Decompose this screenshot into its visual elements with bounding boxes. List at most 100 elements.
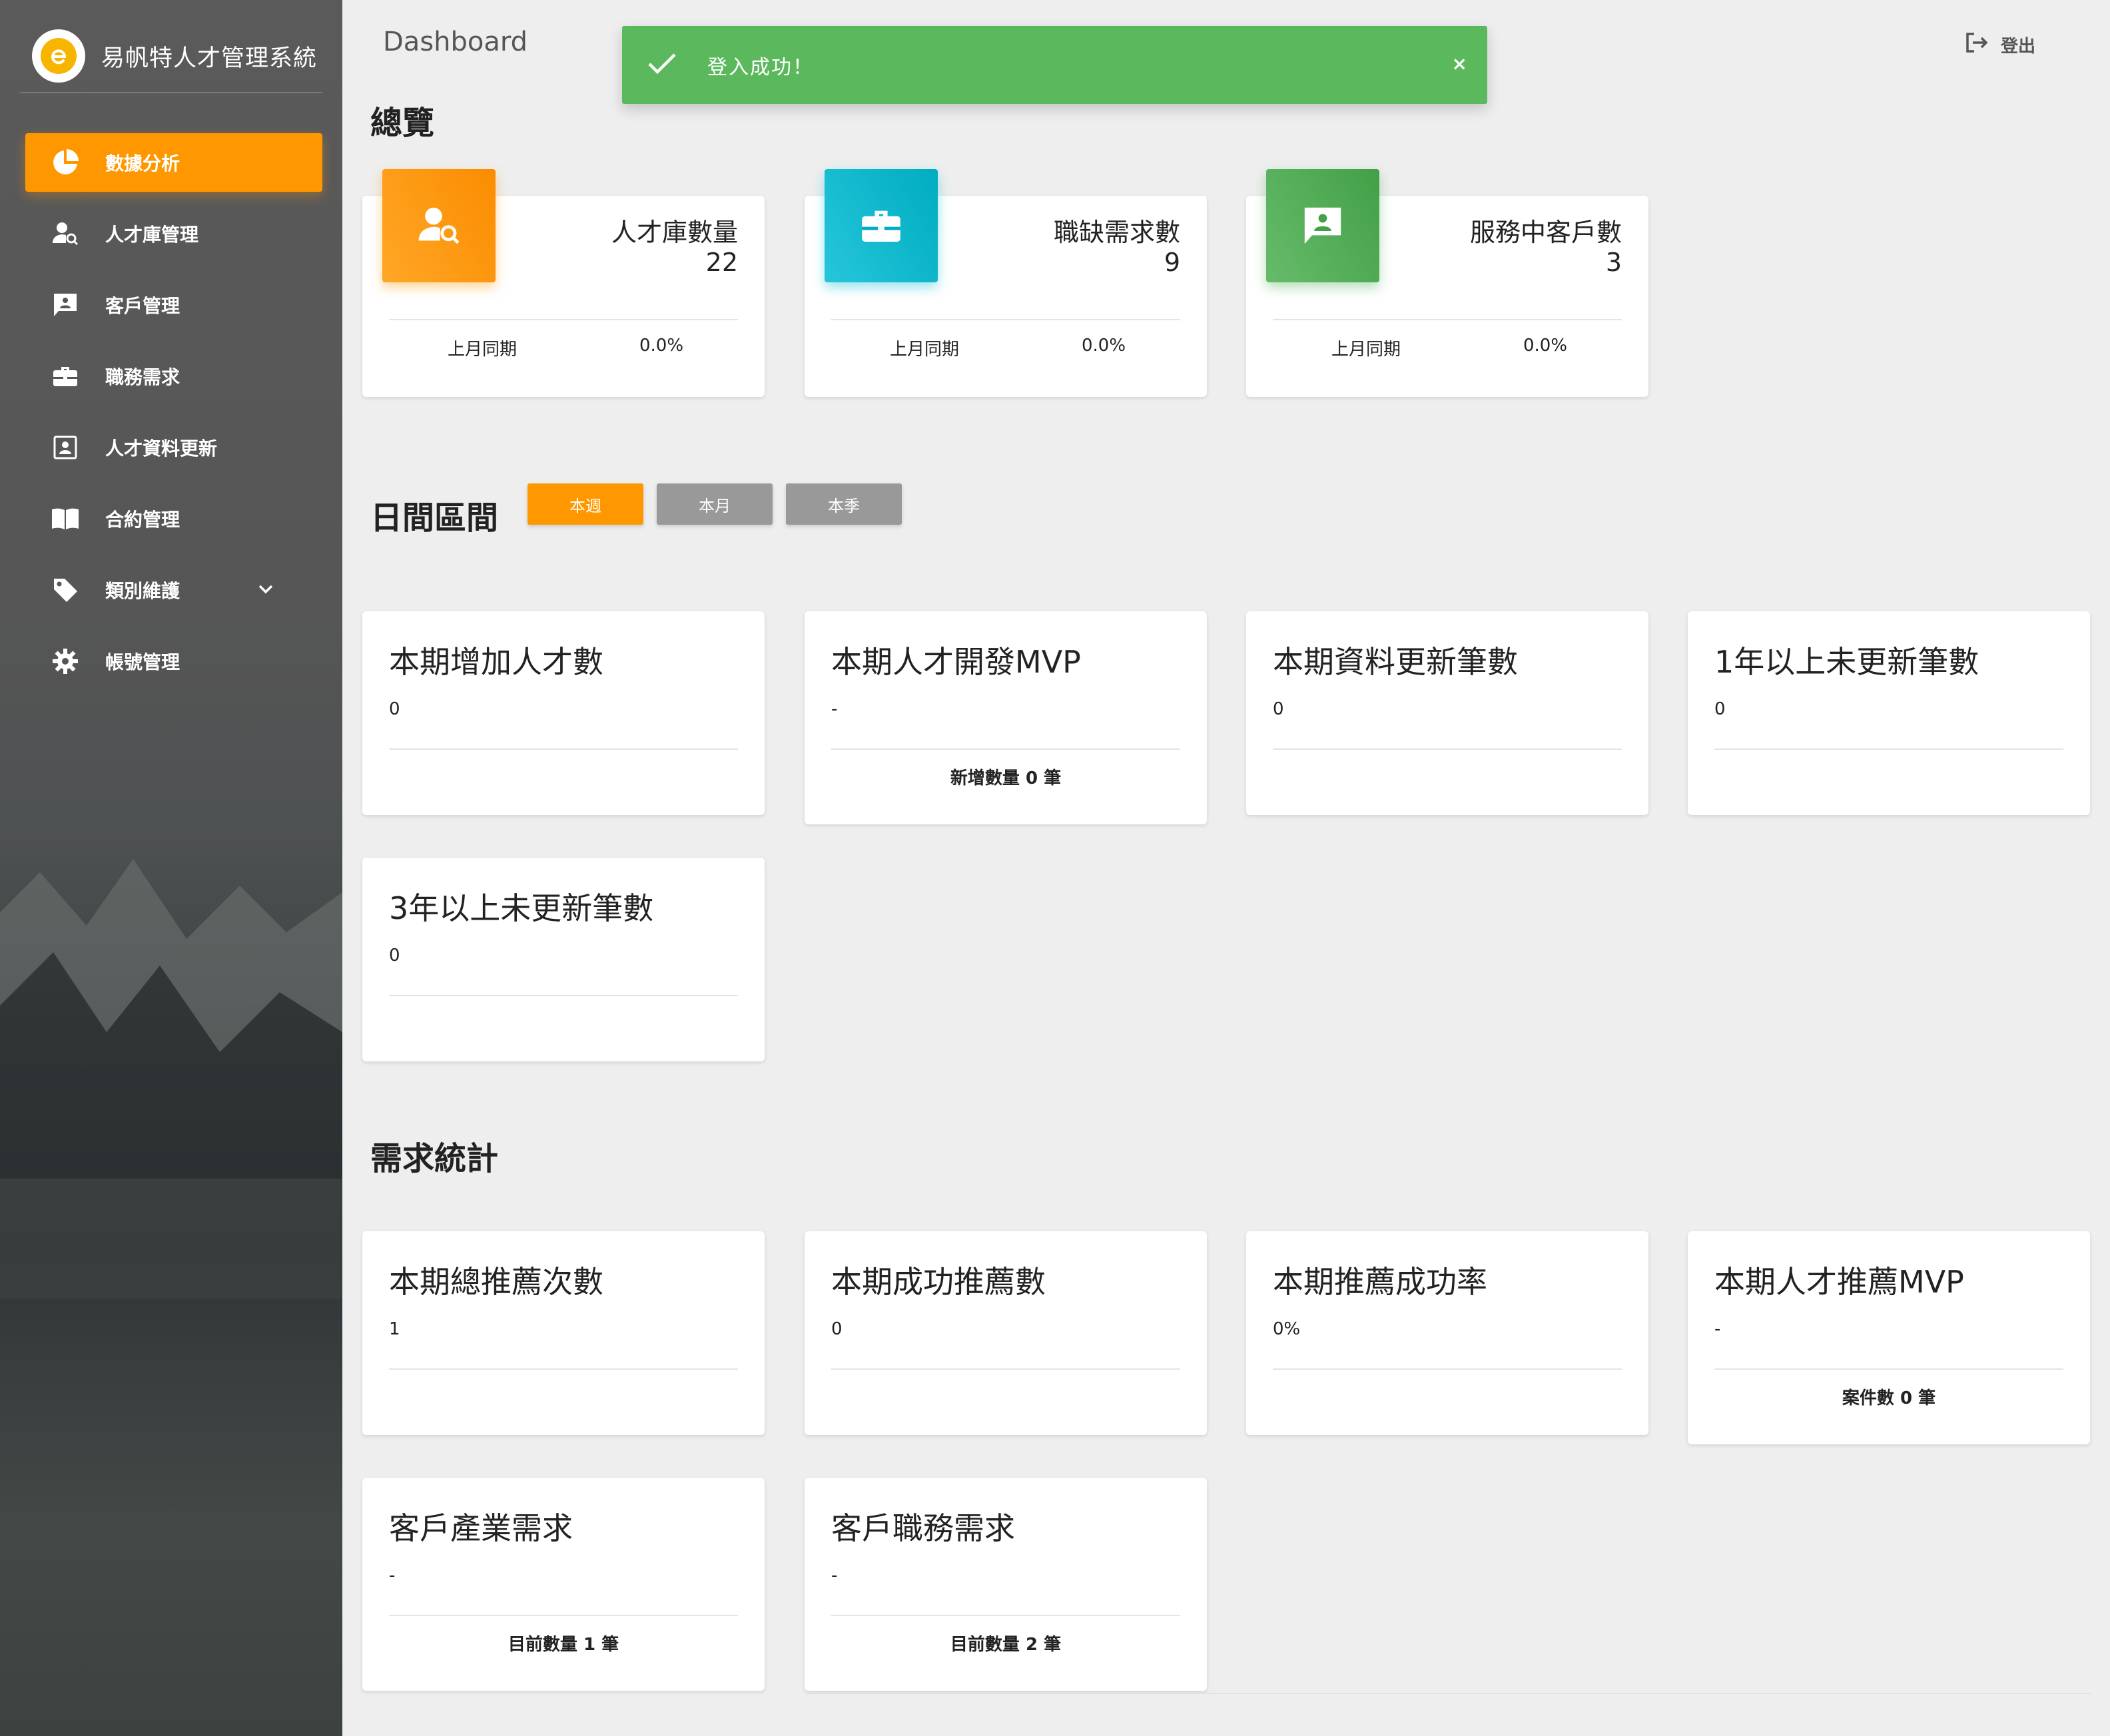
stat-card-active-clients[interactable]: 服務中客戶數 3 上月同期 0.0% bbox=[1246, 169, 1648, 397]
stat-compare-value: 0.0% bbox=[1082, 336, 1126, 356]
divider bbox=[1714, 1368, 2063, 1370]
sidebar-item-clients[interactable]: 客戶管理 bbox=[25, 276, 322, 334]
metric-card-successful-referrals[interactable]: 本期成功推薦數 0 bbox=[805, 1231, 1207, 1435]
briefcase-icon bbox=[51, 362, 80, 391]
gear-icon bbox=[51, 647, 80, 676]
divider bbox=[1273, 319, 1622, 320]
sidebar-background-landscape bbox=[0, 859, 342, 1299]
stat-value: 3 bbox=[1605, 248, 1622, 277]
success-toast: 登入成功！ × bbox=[622, 26, 1487, 104]
footer-divider bbox=[806, 1693, 2091, 1694]
metric-title: 本期總推薦次數 bbox=[389, 1264, 603, 1300]
logout-button[interactable]: 登出 bbox=[1965, 32, 2035, 58]
metric-footer: 案件數 0 筆 bbox=[1842, 1388, 1936, 1408]
app-logo bbox=[32, 29, 85, 83]
sidebar-item-label: 客戶管理 bbox=[105, 295, 180, 317]
metric-card-new-talent[interactable]: 本期增加人才數 0 bbox=[362, 611, 765, 815]
person-search-icon bbox=[382, 169, 496, 282]
sidebar-item-label: 合約管理 bbox=[105, 509, 180, 531]
metric-title: 3年以上未更新筆數 bbox=[389, 890, 654, 926]
brand-header[interactable]: 易帆特人才管理系統 bbox=[20, 20, 322, 93]
metric-title: 本期推薦成功率 bbox=[1273, 1264, 1487, 1300]
contact-card-icon bbox=[1266, 169, 1379, 282]
divider bbox=[1273, 1368, 1622, 1370]
divider bbox=[831, 319, 1180, 320]
metric-value: 0 bbox=[1273, 699, 1284, 719]
metric-card-stale-1yr[interactable]: 1年以上未更新筆數 0 bbox=[1688, 611, 2090, 815]
metric-card-talent-mvp[interactable]: 本期人才開發MVP - 新增數量 0 筆 bbox=[805, 611, 1207, 824]
divider bbox=[389, 995, 738, 996]
metric-value: 0 bbox=[1714, 699, 1726, 719]
metric-card-industry-demand[interactable]: 客戶產業需求 - 目前數量 1 筆 bbox=[362, 1478, 765, 1691]
person-search-icon bbox=[51, 219, 80, 248]
briefcase-icon bbox=[825, 169, 938, 282]
logout-icon bbox=[1965, 32, 1989, 58]
divider bbox=[831, 1368, 1180, 1370]
sidebar-item-label: 類別維護 bbox=[105, 580, 180, 602]
metric-title: 1年以上未更新筆數 bbox=[1714, 644, 1979, 680]
metric-value: - bbox=[831, 1566, 838, 1586]
stat-label: 服務中客戶數 bbox=[1469, 218, 1622, 247]
stat-card-talent-pool[interactable]: 人才庫數量 22 上月同期 0.0% bbox=[362, 169, 765, 397]
tag-icon bbox=[51, 575, 80, 605]
metric-card-total-referrals[interactable]: 本期總推薦次數 1 bbox=[362, 1231, 765, 1435]
check-icon bbox=[647, 53, 677, 78]
stat-card-job-openings[interactable]: 職缺需求數 9 上月同期 0.0% bbox=[805, 169, 1207, 397]
metric-title: 本期人才開發MVP bbox=[831, 644, 1081, 680]
metric-value: - bbox=[1714, 1319, 1721, 1339]
sidebar-item-label: 數據分析 bbox=[105, 152, 180, 174]
sidebar-item-label: 人才庫管理 bbox=[105, 224, 199, 246]
pie-chart-icon bbox=[51, 148, 80, 177]
metric-value: - bbox=[389, 1566, 396, 1586]
metric-value: 0 bbox=[389, 946, 400, 966]
divider bbox=[831, 1615, 1180, 1616]
metric-card-stale-3yr[interactable]: 3年以上未更新筆數 0 bbox=[362, 858, 765, 1061]
range-button-month[interactable]: 本月 bbox=[657, 483, 773, 525]
chevron-down-icon[interactable] bbox=[256, 579, 276, 604]
stat-value: 9 bbox=[1164, 248, 1180, 277]
metric-value: 0 bbox=[831, 1319, 843, 1339]
divider bbox=[389, 1615, 738, 1616]
metric-value: 1 bbox=[389, 1319, 400, 1339]
sidebar-item-data-analysis[interactable]: 數據分析 bbox=[25, 133, 322, 192]
sidebar-item-label: 帳號管理 bbox=[105, 651, 180, 673]
range-button-week[interactable]: 本週 bbox=[528, 483, 643, 525]
sidebar: 易帆特人才管理系統 數據分析 人才庫管理 客戶管理 職務需求 人才資料更新 合約… bbox=[0, 0, 342, 1736]
sidebar-item-label: 人才資料更新 bbox=[105, 437, 218, 459]
metric-card-data-updates[interactable]: 本期資料更新筆數 0 bbox=[1246, 611, 1648, 815]
metric-footer: 目前數量 1 筆 bbox=[508, 1635, 619, 1655]
sidebar-item-accounts[interactable]: 帳號管理 bbox=[25, 632, 322, 691]
stat-compare-value: 0.0% bbox=[1523, 336, 1568, 356]
stat-compare-value: 0.0% bbox=[639, 336, 684, 356]
metric-card-success-rate[interactable]: 本期推薦成功率 0% bbox=[1246, 1231, 1648, 1435]
logout-label: 登出 bbox=[2001, 37, 2036, 57]
sidebar-item-categories[interactable]: 類別維護 bbox=[25, 561, 322, 619]
page-title: Dashboard bbox=[383, 27, 528, 57]
metric-value: - bbox=[831, 699, 838, 719]
sidebar-item-talent-update[interactable]: 人才資料更新 bbox=[25, 418, 322, 477]
range-button-quarter[interactable]: 本季 bbox=[786, 483, 902, 525]
sidebar-item-contracts[interactable]: 合約管理 bbox=[25, 489, 322, 548]
contact-card-icon bbox=[51, 290, 80, 320]
metric-value: 0% bbox=[1273, 1319, 1301, 1339]
metric-title: 本期資料更新筆數 bbox=[1273, 644, 1518, 680]
stat-value: 22 bbox=[705, 248, 738, 277]
sidebar-item-talent-pool[interactable]: 人才庫管理 bbox=[25, 204, 322, 263]
badge-icon bbox=[51, 433, 80, 462]
metric-card-position-demand[interactable]: 客戶職務需求 - 目前數量 2 筆 bbox=[805, 1478, 1207, 1691]
book-icon bbox=[51, 504, 80, 533]
toast-message: 登入成功！ bbox=[707, 55, 814, 79]
stat-compare-label: 上月同期 bbox=[448, 340, 518, 360]
sidebar-item-label: 職務需求 bbox=[105, 366, 180, 388]
metric-title: 客戶產業需求 bbox=[389, 1510, 573, 1546]
stat-label: 職缺需求數 bbox=[1053, 218, 1180, 247]
stat-compare-label: 上月同期 bbox=[1331, 340, 1401, 360]
metric-title: 本期人才推薦MVP bbox=[1714, 1264, 1964, 1300]
metric-footer: 新增數量 0 筆 bbox=[950, 768, 1062, 788]
sidebar-item-job-demand[interactable]: 職務需求 bbox=[25, 347, 322, 406]
metric-card-referral-mvp[interactable]: 本期人才推薦MVP - 案件數 0 筆 bbox=[1688, 1231, 2090, 1444]
toast-close-button[interactable]: × bbox=[1452, 53, 1467, 75]
metric-title: 本期增加人才數 bbox=[389, 644, 603, 680]
divider bbox=[1714, 748, 2063, 750]
divider bbox=[389, 319, 738, 320]
